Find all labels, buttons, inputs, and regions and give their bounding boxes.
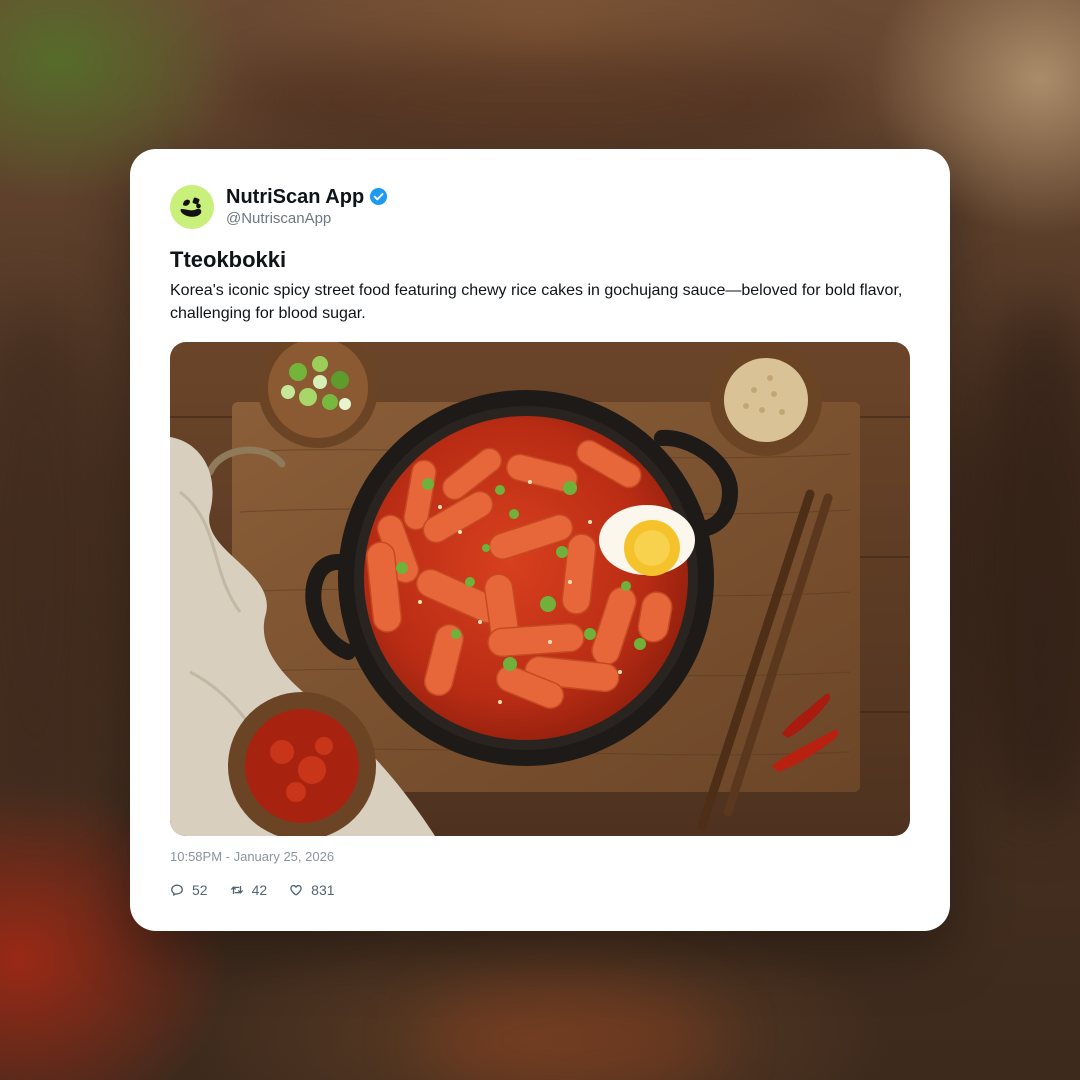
post-header: NutriScan App @NutriscanApp [170, 185, 388, 229]
avatar[interactable] [170, 185, 214, 229]
author-display-name[interactable]: NutriScan App [226, 186, 364, 208]
tteokbokki-photo[interactable] [170, 342, 910, 836]
repost-button[interactable]: 42 [230, 882, 268, 898]
verified-badge-icon [369, 187, 388, 206]
post-card: NutriScan App @NutriscanApp Tteokbokki K… [130, 149, 950, 931]
reply-icon [171, 884, 183, 896]
post-body: Korea's iconic spicy street food featuri… [170, 282, 903, 322]
background-blur-shape [960, 300, 1080, 820]
background-blur-shape [420, 980, 720, 1080]
post-timestamp[interactable]: 10:58PM - January 25, 2026 [170, 849, 334, 865]
background-blur-shape [220, 40, 860, 160]
repost-count: 42 [251, 882, 268, 898]
author-info: NutriScan App @NutriscanApp [226, 186, 388, 229]
background-blur-shape [0, 300, 110, 820]
author-handle[interactable]: @NutriscanApp [226, 209, 388, 229]
like-count: 831 [311, 882, 335, 898]
post-title: Tteokbokki [170, 247, 287, 272]
post-actions: 52 42 831 [170, 880, 357, 900]
like-button[interactable]: 831 [289, 882, 335, 898]
repost-icon [230, 885, 243, 895]
reply-button[interactable]: 52 [170, 882, 208, 898]
author-name-row: NutriScan App [226, 186, 388, 208]
heart-icon [290, 884, 302, 896]
leaf-logo-icon [180, 197, 202, 217]
reply-count: 52 [192, 882, 208, 898]
